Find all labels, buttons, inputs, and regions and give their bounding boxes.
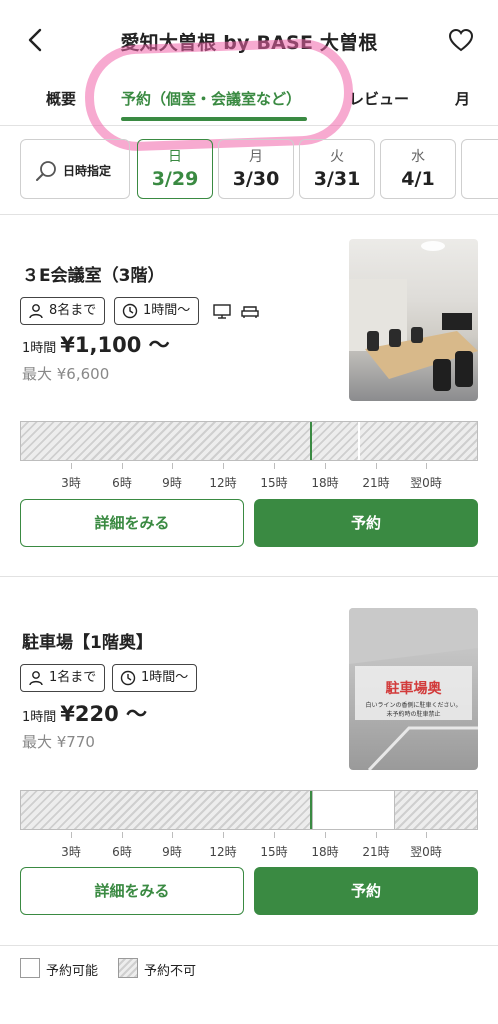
timeline-label: 6時 [112, 845, 132, 859]
space-card-parking: 駐車場【1階奥】 1名まで 1時間〜 1時間 ¥220 〜 最大 ¥770 駐車場… [0, 578, 498, 946]
day-date: 3/29 [151, 168, 199, 190]
unavailable-legend-label: 予約不可 [144, 964, 197, 979]
tab-reservation[interactable]: 予約（個室・会議室など） [121, 88, 301, 109]
max-price: 最大 ¥6,600 [22, 365, 110, 383]
timeline-label: 9時 [162, 845, 182, 859]
timeline-label: 翌0時 [410, 476, 442, 490]
day-option[interactable]: 水 4/1 [380, 139, 456, 199]
day-of-week: 日 [168, 149, 182, 165]
capacity-chip: 8名まで [20, 297, 106, 325]
day-option[interactable]: 火 3/31 [299, 139, 375, 199]
date-search-label: 日時指定 [63, 164, 112, 178]
tab-reviews[interactable]: レビュー [349, 88, 409, 109]
meeting-room-illustration [349, 241, 478, 391]
day-of-week: 水 [411, 149, 425, 165]
timeline-label: 21時 [362, 845, 390, 859]
price-unit: 1時間 [22, 710, 57, 725]
unavailable-swatch [118, 958, 138, 978]
timeline-label: 15時 [260, 845, 288, 859]
clock-icon [122, 303, 138, 319]
available-slot[interactable] [312, 791, 395, 829]
favorite-heart-icon[interactable] [448, 28, 474, 52]
active-tab-indicator [121, 117, 307, 121]
timeline-label: 15時 [260, 476, 288, 490]
reserve-button[interactable]: 予約 [254, 499, 478, 547]
timeline-label: 3時 [61, 476, 81, 490]
person-icon [29, 671, 43, 686]
current-time-marker [310, 422, 312, 460]
search-icon [36, 161, 56, 181]
day-date: 3/31 [313, 168, 361, 190]
person-icon [29, 304, 43, 319]
monitor-icon [213, 304, 231, 319]
price-row: 1時間 ¥220 〜 [22, 698, 147, 728]
tab-monthly[interactable]: 月 [455, 88, 470, 109]
max-price: 最大 ¥770 [22, 733, 95, 751]
timeline-separator [358, 422, 360, 460]
price-value: ¥220 〜 [60, 702, 148, 726]
timeline-label: 12時 [209, 845, 237, 859]
day-option-selected[interactable]: 日 3/29 [137, 139, 213, 199]
min-time-text: 1時間〜 [141, 670, 189, 685]
price-unit: 1時間 [22, 341, 57, 356]
timeline-label: 18時 [311, 845, 339, 859]
timeline-axis: 3時 6時 9時 12時 15時 18時 21時 翌0時 [20, 832, 478, 859]
space-name: 駐車場【1階奥】 [22, 633, 153, 653]
capacity-text: 8名まで [49, 303, 97, 318]
space-card-meeting-room: ３E会議室（3階） 8名まで 1時間〜 1時間 ¥1,100 〜 最大 ¥6,60… [0, 217, 498, 577]
date-selector: 日時指定 日 3/29 月 3/30 火 3/31 水 4/1 [0, 127, 498, 215]
parking-photo[interactable]: 駐車場奥 白いラインの香側に駐車ください。 未予約時の駐車禁止 [349, 608, 478, 770]
capacity-text: 1名まで [49, 670, 97, 685]
price-row: 1時間 ¥1,100 〜 [22, 329, 170, 359]
space-name: ３E会議室（3階） [22, 266, 165, 286]
current-time-marker [310, 791, 312, 829]
available-legend-label: 予約可能 [46, 964, 99, 979]
tab-overview[interactable]: 概要 [46, 88, 76, 109]
available-swatch [20, 958, 40, 978]
price-value: ¥1,100 〜 [60, 333, 170, 357]
day-of-week: 火 [330, 149, 344, 165]
day-option-partial[interactable] [461, 139, 498, 199]
tab-bar: 概要 予約（個室・会議室など） レビュー 月 [0, 80, 498, 126]
capacity-chip: 1名まで [20, 664, 106, 692]
timeline-label: 18時 [311, 476, 339, 490]
app-header: 愛知大曽根 by BASE 大曽根 [0, 0, 498, 80]
day-of-week: 月 [249, 149, 263, 165]
day-date: 4/1 [401, 168, 435, 190]
clock-icon [120, 670, 136, 686]
availability-legend: 予約可能 予約不可 [0, 948, 498, 1024]
timeline-label: 翌0時 [410, 845, 442, 859]
min-time-chip: 1時間〜 [114, 297, 200, 325]
timeline-label: 21時 [362, 476, 390, 490]
back-arrow-icon[interactable] [22, 26, 50, 54]
page-title: 愛知大曽根 by BASE 大曽根 [120, 32, 378, 54]
day-date: 3/30 [232, 168, 280, 190]
meeting-room-photo[interactable] [349, 239, 478, 401]
parking-photo-label: 駐車場奥 [385, 681, 442, 697]
timeline-label: 3時 [61, 845, 81, 859]
day-option[interactable]: 月 3/30 [218, 139, 294, 199]
sofa-icon [241, 306, 259, 318]
min-time-text: 1時間〜 [143, 303, 191, 318]
availability-timeline[interactable] [20, 790, 478, 830]
details-button[interactable]: 詳細をみる [20, 867, 244, 915]
timeline-label: 9時 [162, 476, 182, 490]
min-time-chip: 1時間〜 [112, 664, 198, 692]
details-button[interactable]: 詳細をみる [20, 499, 244, 547]
reserve-button[interactable]: 予約 [254, 867, 478, 915]
timeline-label: 6時 [112, 476, 132, 490]
timeline-axis: 3時 6時 9時 12時 15時 18時 21時 翌0時 [20, 463, 478, 490]
parking-photo-note: 未予約時の駐車禁止 [386, 711, 441, 718]
date-time-search-button[interactable]: 日時指定 [20, 139, 130, 199]
availability-timeline[interactable] [20, 421, 478, 461]
timeline-label: 12時 [209, 476, 237, 490]
parking-photo-note: 白いラインの香側に駐車ください。 [365, 702, 462, 709]
